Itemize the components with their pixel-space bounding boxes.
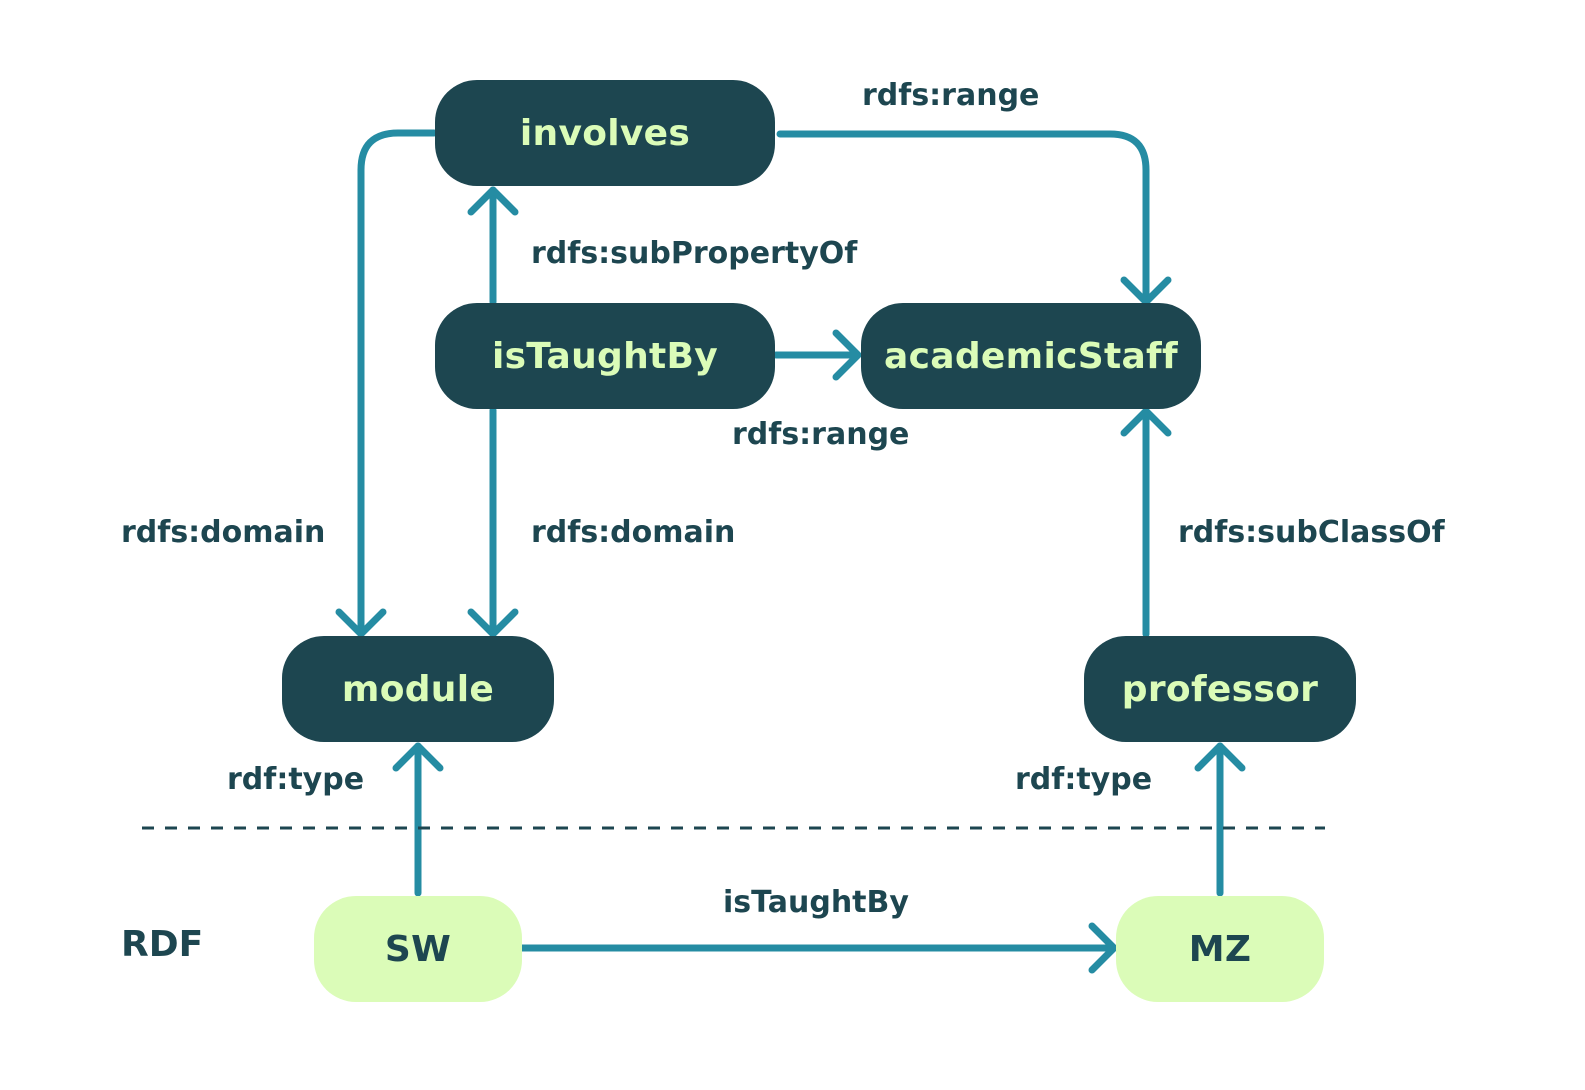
- rdf-schema-diagram: involves isTaughtBy academicStaff module…: [0, 0, 1585, 1090]
- label-involves-domain: rdfs:domain: [121, 515, 326, 550]
- node-professor: professor: [1084, 636, 1356, 742]
- label-subpropertyof: rdfs:subPropertyOf: [531, 236, 858, 271]
- node-academicstaff: academicStaff: [861, 303, 1201, 409]
- node-mz: MZ: [1116, 896, 1324, 1002]
- edge-involves-range: [776, 130, 1150, 304]
- label-sw-type: rdf:type: [227, 762, 365, 797]
- edge-involves-domain: [357, 129, 438, 636]
- label-subclassof: rdfs:subClassOf: [1178, 515, 1445, 550]
- label-istaughtby-range: rdfs:range: [732, 417, 910, 452]
- node-sw: SW: [314, 896, 522, 1002]
- label-sw-mz: isTaughtBy: [723, 885, 909, 920]
- node-involves: involves: [435, 80, 775, 186]
- label-mz-type: rdf:type: [1015, 762, 1153, 797]
- label-involves-range: rdfs:range: [862, 78, 1040, 113]
- node-istaughtby: isTaughtBy: [435, 303, 775, 409]
- node-module: module: [282, 636, 554, 742]
- label-istaughtby-domain: rdfs:domain: [531, 515, 736, 550]
- layer-label-rdf: RDF: [121, 924, 204, 965]
